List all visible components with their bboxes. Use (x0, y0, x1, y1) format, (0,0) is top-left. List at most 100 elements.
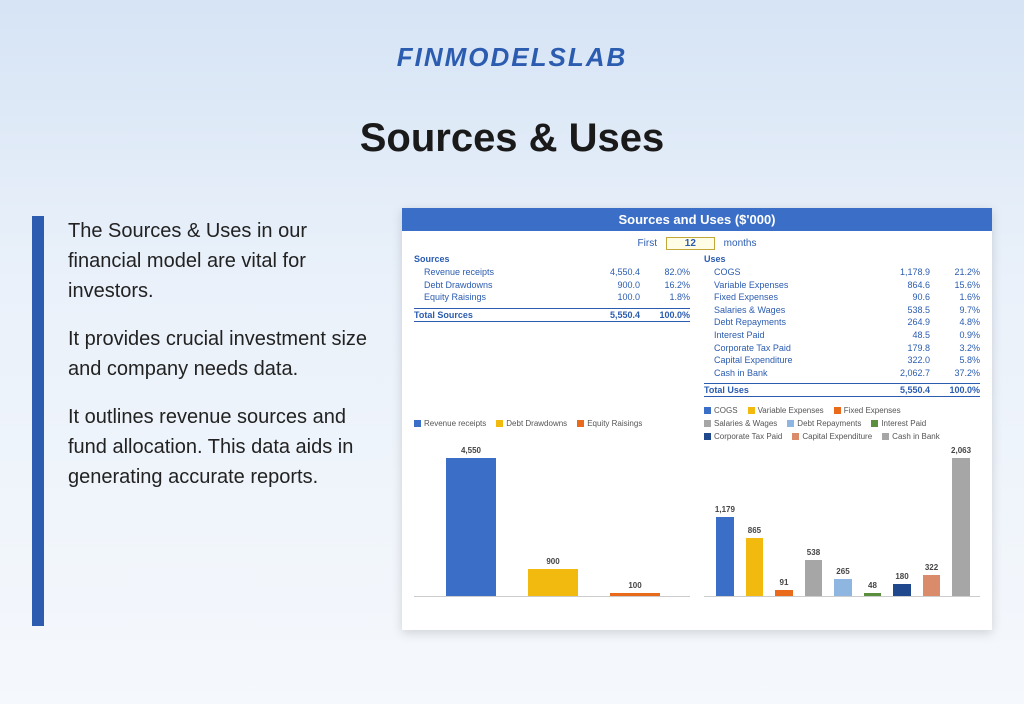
total-uses-row: Total Uses 5,550.4 100.0% (704, 383, 980, 397)
legend-label: Revenue receipts (424, 419, 486, 428)
row-pct: 1.8% (640, 291, 690, 304)
period-input[interactable]: 12 (666, 237, 715, 250)
total-uses-pct: 100.0% (930, 385, 980, 395)
legend-swatch (792, 433, 799, 440)
sources-uses-panel: Sources and Uses ($'000) First 12 months… (402, 208, 992, 630)
row-label: Corporate Tax Paid (704, 342, 870, 355)
legend-swatch (496, 420, 503, 427)
legend-item: Variable Expenses (748, 405, 824, 414)
chart-bar: 900 (528, 569, 578, 596)
row-label: Fixed Expenses (704, 291, 870, 304)
legend-item: Corporate Tax Paid (704, 432, 782, 441)
total-uses-label: Total Uses (704, 385, 870, 395)
table-row: Corporate Tax Paid179.83.2% (704, 342, 980, 355)
legend-swatch (834, 407, 841, 414)
uses-plot: 1,179 865 91 538 265 48 180 322 2,063 (704, 447, 980, 597)
legend-swatch (748, 407, 755, 414)
legend-item: Revenue receipts (414, 405, 486, 441)
legend-swatch (414, 420, 421, 427)
row-value: 90.6 (870, 291, 930, 304)
legend-swatch (882, 433, 889, 440)
bar-value-label: 48 (868, 581, 877, 590)
legend-item: Cash in Bank (882, 432, 940, 441)
table-row: Debt Repayments264.94.8% (704, 316, 980, 329)
bar-value-label: 865 (748, 526, 761, 535)
legend-item: Salaries & Wages (704, 419, 777, 428)
charts-row: Revenue receiptsDebt DrawdownsEquity Rai… (402, 397, 992, 597)
brand-logo: FINMODELSLAB (397, 42, 628, 73)
panel-title: Sources and Uses ($'000) (402, 208, 992, 231)
row-pct: 4.8% (930, 316, 980, 329)
row-value: 179.8 (870, 342, 930, 355)
table-row: Debt Drawdowns900.016.2% (414, 279, 690, 292)
row-pct: 21.2% (930, 266, 980, 279)
row-label: Cash in Bank (704, 367, 870, 380)
row-value: 322.0 (870, 354, 930, 367)
row-pct: 9.7% (930, 304, 980, 317)
chart-bar: 322 (923, 575, 940, 597)
row-pct: 15.6% (930, 279, 980, 292)
legend-label: Cash in Bank (892, 432, 940, 441)
period-suffix: months (724, 238, 757, 249)
chart-bar: 2,063 (952, 458, 969, 596)
row-value: 864.6 (870, 279, 930, 292)
legend-item: COGS (704, 405, 738, 414)
legend-label: Variable Expenses (758, 406, 824, 415)
bar-value-label: 265 (836, 567, 849, 576)
bar-value-label: 180 (895, 572, 908, 581)
row-value: 264.9 (870, 316, 930, 329)
legend-label: Capital Expenditure (802, 432, 872, 441)
row-pct: 3.2% (930, 342, 980, 355)
row-label: Capital Expenditure (704, 354, 870, 367)
row-pct: 1.6% (930, 291, 980, 304)
legend-item: Fixed Expenses (834, 405, 901, 414)
sources-header: Sources (414, 254, 690, 264)
chart-bar: 1,179 (716, 517, 733, 596)
row-pct: 37.2% (930, 367, 980, 380)
tables-row: Sources Revenue receipts4,550.482.0%Debt… (402, 254, 992, 397)
row-label: Interest Paid (704, 329, 870, 342)
legend-label: COGS (714, 406, 738, 415)
legend-item: Debt Repayments (787, 419, 861, 428)
legend-label: Debt Repayments (797, 419, 861, 428)
row-pct: 0.9% (930, 329, 980, 342)
bar-value-label: 4,550 (461, 446, 481, 455)
uses-legend: COGS Variable Expenses Fixed Expenses Salar… (704, 405, 980, 441)
table-row: Salaries & Wages538.59.7% (704, 304, 980, 317)
description-block: The Sources & Uses in our financial mode… (68, 216, 368, 510)
chart-bar: 180 (893, 584, 910, 596)
table-row: Variable Expenses864.615.6% (704, 279, 980, 292)
chart-bar: 48 (864, 593, 881, 596)
table-row: Interest Paid48.50.9% (704, 329, 980, 342)
sources-table: Sources Revenue receipts4,550.482.0%Debt… (414, 254, 690, 397)
row-pct: 5.8% (930, 354, 980, 367)
uses-chart: COGS Variable Expenses Fixed Expenses Salar… (704, 405, 980, 597)
accent-bar (32, 216, 44, 626)
total-sources-value: 5,550.4 (580, 310, 640, 320)
period-prefix: First (638, 238, 657, 249)
uses-header: Uses (704, 254, 980, 264)
sources-chart: Revenue receiptsDebt DrawdownsEquity Rai… (414, 405, 690, 597)
total-sources-pct: 100.0% (640, 310, 690, 320)
row-label: COGS (704, 266, 870, 279)
row-pct: 82.0% (640, 266, 690, 279)
sources-plot: 4,550 900 100 (414, 447, 690, 597)
total-uses-value: 5,550.4 (870, 385, 930, 395)
bar-value-label: 900 (546, 557, 559, 566)
bar-value-label: 1,179 (715, 505, 735, 514)
row-value: 900.0 (580, 279, 640, 292)
legend-item: Debt Drawdowns (496, 405, 567, 441)
uses-table: Uses COGS1,178.921.2%Variable Expenses86… (704, 254, 980, 397)
chart-bar: 865 (746, 538, 763, 596)
legend-swatch (871, 420, 878, 427)
chart-bar: 538 (805, 560, 822, 596)
legend-label: Debt Drawdowns (506, 419, 567, 428)
desc-para-1: The Sources & Uses in our financial mode… (68, 216, 368, 306)
bar-value-label: 538 (807, 548, 820, 557)
row-value: 48.5 (870, 329, 930, 342)
chart-bar: 91 (775, 590, 792, 596)
bar-value-label: 100 (628, 581, 641, 590)
row-label: Debt Repayments (704, 316, 870, 329)
total-sources-row: Total Sources 5,550.4 100.0% (414, 308, 690, 322)
bar-value-label: 2,063 (951, 446, 971, 455)
